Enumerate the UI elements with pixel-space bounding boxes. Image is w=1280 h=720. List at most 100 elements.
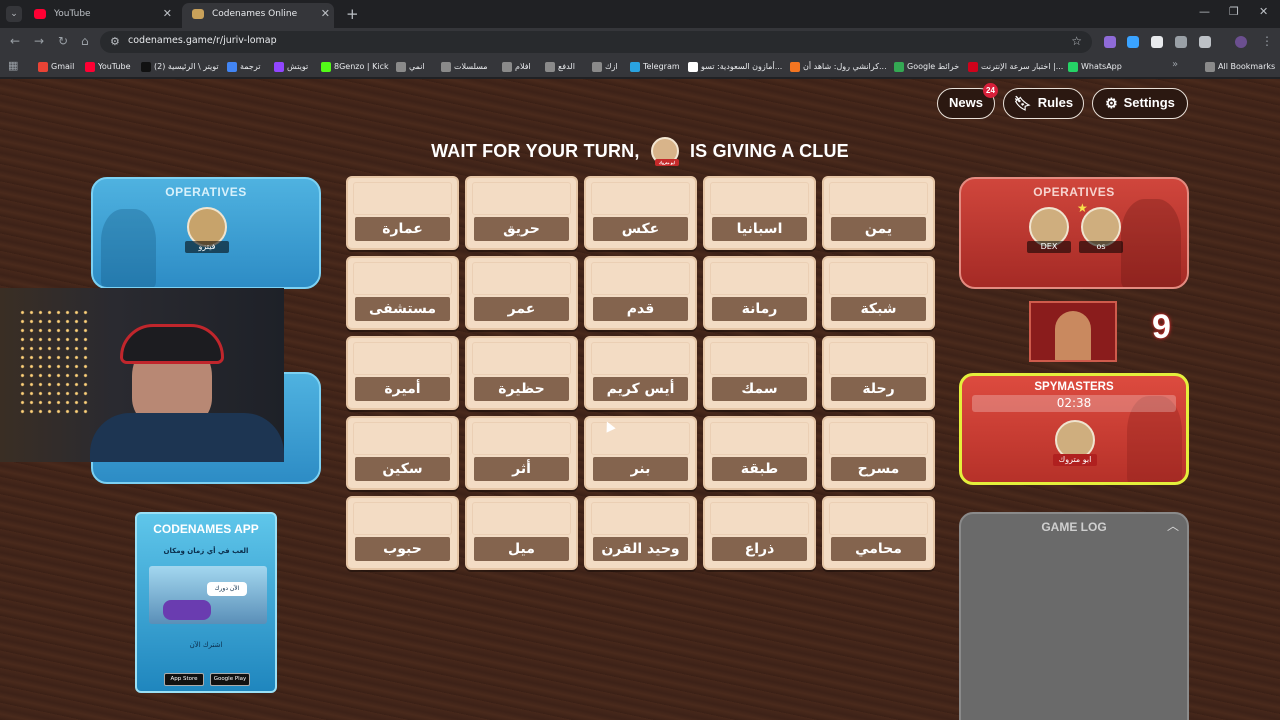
word-card[interactable]: يمن (822, 176, 935, 250)
bookmark-item[interactable]: ازك (592, 60, 618, 74)
word-card[interactable]: ميل (465, 496, 578, 570)
settings-button[interactable]: ⚙ Settings (1092, 88, 1188, 119)
player-card[interactable]: ابو متروك (1053, 420, 1097, 466)
word-card[interactable]: حبوب (346, 496, 459, 570)
agent-illustration (1055, 311, 1091, 360)
word-card[interactable]: رحلة (822, 336, 935, 410)
bookmark-item[interactable]: انمي (396, 60, 425, 74)
bookmark-item[interactable]: Gmail (38, 60, 74, 74)
player-card[interactable]: فيتزو (185, 207, 229, 253)
word-card[interactable]: عمر (465, 256, 578, 330)
new-tab-button[interactable]: + (346, 3, 359, 25)
bookmark-item[interactable]: افلام (502, 60, 531, 74)
bookmark-favicon-icon (38, 62, 48, 72)
tab-search-button[interactable]: ⌄ (6, 6, 22, 22)
string-lights (18, 308, 88, 418)
tab-codenames[interactable]: Codenames Online ✕ (182, 3, 334, 28)
word-card[interactable]: سكين (346, 416, 459, 490)
extensions-puzzle-icon[interactable] (1199, 36, 1211, 48)
word-card[interactable]: سمك (703, 336, 816, 410)
url-field[interactable]: ⚙ codenames.game/r/juriv-lomap ☆ (100, 31, 1092, 53)
bookmark-item[interactable]: YouTube (85, 60, 131, 74)
word-card[interactable]: وحيد القرن (584, 496, 697, 570)
word-card[interactable]: طبقة (703, 416, 816, 490)
word-card[interactable]: عمارة (346, 176, 459, 250)
minimize-icon[interactable]: — (1199, 5, 1210, 18)
extension-icon[interactable] (1104, 36, 1116, 48)
word-card[interactable]: مسرح (822, 416, 935, 490)
word-card[interactable]: حظيرة (465, 336, 578, 410)
word-card[interactable]: مستشفى (346, 256, 459, 330)
settings-label: Settings (1123, 95, 1175, 110)
bookmark-star-icon[interactable]: ☆ (1071, 34, 1082, 48)
word-card[interactable]: محامي (822, 496, 935, 570)
word-card[interactable]: أميرة (346, 336, 459, 410)
extension-icon[interactable] (1151, 36, 1163, 48)
news-button[interactable]: News 24 (937, 83, 998, 119)
word-card[interactable]: أيس كريم (584, 336, 697, 410)
google-play-badge[interactable]: Google Play (210, 673, 250, 686)
codenames-icon (192, 9, 204, 19)
word-card[interactable]: بنر (584, 416, 697, 490)
bookmarks-overflow-icon[interactable]: » (1172, 59, 1178, 70)
word-card[interactable]: حريق (465, 176, 578, 250)
bookmark-item[interactable]: مسلسلات (441, 60, 488, 74)
bookmark-item[interactable]: (2) تويتر \ الرئيسية (141, 60, 219, 74)
browser-menu-icon[interactable]: ⋮ (1261, 34, 1273, 48)
card-frame (472, 182, 571, 215)
card-word: رحلة (831, 377, 926, 401)
card-frame (353, 502, 452, 535)
player-card[interactable]: DEX (1027, 207, 1071, 253)
extension-icon[interactable] (1127, 36, 1139, 48)
card-frame (829, 422, 928, 455)
card-word: قدم (593, 297, 688, 321)
bookmark-item[interactable]: ترجمة (227, 60, 261, 74)
word-card[interactable]: ذراع (703, 496, 816, 570)
close-tab-icon[interactable]: ✕ (163, 3, 172, 25)
bookmark-item[interactable]: Telegram (630, 60, 680, 74)
bookmark-item[interactable]: Google خرائط (894, 60, 959, 74)
profile-avatar[interactable] (1235, 36, 1247, 48)
bookmark-label: ازك (605, 62, 618, 71)
close-tab-icon[interactable]: ✕ (321, 3, 330, 25)
rules-button[interactable]: 🔖︎ Rules (1003, 88, 1084, 119)
word-card[interactable]: عكس (584, 176, 697, 250)
word-card[interactable]: اسبانيا (703, 176, 816, 250)
word-card[interactable]: رمانة (703, 256, 816, 330)
collapse-chevron-icon[interactable]: ︿ (1167, 517, 1179, 534)
bookmark-favicon-icon (441, 62, 451, 72)
bookmark-item[interactable]: 8Genzo | Kick (321, 60, 389, 74)
card-frame (591, 182, 690, 215)
panel-title: OPERATIVES (1033, 185, 1115, 199)
bookmark-item[interactable]: اختبار سرعة الإنترنت |... (968, 60, 1063, 74)
apps-grid-icon[interactable]: ▦ (8, 59, 18, 72)
all-bookmarks-folder[interactable]: All Bookmarks (1205, 60, 1275, 74)
card-frame (591, 342, 690, 375)
ad-tagline: العب في أي زمان ومكان (163, 547, 249, 555)
bookmark-label: (2) تويتر \ الرئيسية (154, 62, 219, 71)
back-icon[interactable]: ← (10, 34, 20, 48)
close-window-icon[interactable]: ✕ (1259, 5, 1268, 18)
app-store-badge[interactable]: App Store (164, 673, 204, 686)
site-info-icon[interactable]: ⚙ (110, 35, 120, 48)
bookmark-item[interactable]: أمازون السعودية: تسو... (688, 60, 782, 74)
youtube-icon (34, 9, 46, 19)
bookmark-icon: 🔖︎ (1013, 95, 1032, 111)
reload-icon[interactable]: ↻ (58, 34, 68, 48)
bookmark-item[interactable]: الدفع (545, 60, 575, 74)
bookmark-item[interactable]: تويتش (274, 60, 308, 74)
restore-icon[interactable]: ❐ (1229, 5, 1239, 18)
tab-youtube[interactable]: YouTube ✕ (24, 3, 176, 28)
card-word: عمارة (355, 217, 450, 241)
bookmark-label: مسلسلات (454, 62, 488, 71)
word-card[interactable]: أثر (465, 416, 578, 490)
word-card[interactable]: قدم (584, 256, 697, 330)
card-word: حريق (474, 217, 569, 241)
word-card[interactable]: شبكة (822, 256, 935, 330)
bookmark-item[interactable]: كرانشي رول: شاهد أن... (790, 60, 887, 74)
bookmark-item[interactable]: WhatsApp (1068, 60, 1122, 74)
home-icon[interactable]: ⌂ (81, 34, 89, 48)
codenames-app-ad[interactable]: CODENAMES APP العب في أي زمان ومكان الآن… (135, 512, 277, 693)
extension-icon[interactable] (1175, 36, 1187, 48)
forward-icon[interactable]: → (34, 34, 44, 48)
